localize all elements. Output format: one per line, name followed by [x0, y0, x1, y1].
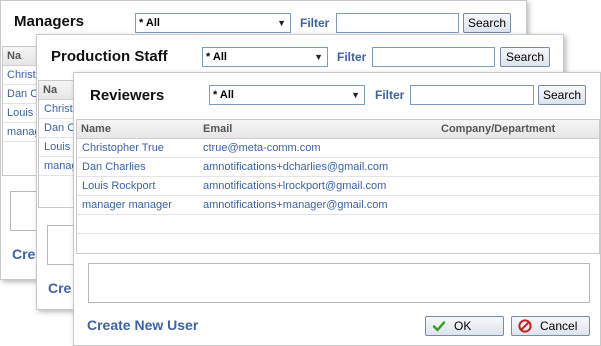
managers-title: Managers	[14, 13, 85, 30]
managers-filter-select-value: * All	[139, 17, 160, 29]
production-filter-select-value: * All	[206, 51, 227, 63]
chevron-down-icon: ▼	[351, 90, 360, 100]
ok-button-label: OK	[454, 319, 472, 333]
reviewers-notes-textarea[interactable]	[88, 263, 590, 303]
cancel-button[interactable]: Cancel	[511, 316, 590, 336]
table-row[interactable]: manag	[39, 157, 77, 176]
reviewers-panel: Reviewers * All ▼ Filter Search Name Ema…	[73, 72, 601, 346]
ok-button[interactable]: OK	[425, 316, 504, 336]
table-row[interactable]: Christo	[39, 100, 77, 119]
reviewers-col-name[interactable]: Name	[81, 123, 111, 135]
reviewers-filter-select[interactable]: * All ▼	[209, 85, 365, 105]
production-grid-header: Na	[39, 81, 77, 100]
table-row[interactable]: Louis Rockport amnotifications+lrockport…	[77, 177, 599, 196]
chevron-down-icon: ▼	[277, 18, 286, 28]
production-filter-input[interactable]	[372, 47, 495, 67]
production-title: Production Staff	[51, 48, 168, 65]
table-row-empty	[77, 215, 599, 234]
production-col-name: Na	[43, 84, 58, 96]
reviewers-title: Reviewers	[90, 87, 165, 104]
reviewer-name: Christopher True	[82, 142, 164, 154]
production-filter-label: Filter	[337, 50, 367, 64]
table-row[interactable]: Louis R	[39, 138, 77, 157]
reviewer-email: amnotifications+lrockport@gmail.com	[203, 180, 387, 192]
cancel-button-label: Cancel	[540, 319, 578, 333]
reviewers-filter-label: Filter	[375, 88, 405, 102]
table-row[interactable]: Christopher True ctrue@meta-comm.com	[77, 139, 599, 158]
reviewers-grid-header: Name Email Company/Department	[77, 120, 599, 139]
production-user-grid: Na Christo Dan Ch Louis R manag	[38, 80, 78, 208]
reviewers-create-user-link[interactable]: Create New User	[87, 317, 198, 333]
table-row[interactable]: Dan Ch	[39, 119, 77, 138]
reviewer-email: amnotifications+dcharlies@gmail.com	[203, 161, 389, 173]
production-create-user-link[interactable]: Cre	[48, 280, 71, 296]
reviewers-user-grid: Name Email Company/Department Christophe…	[76, 119, 600, 254]
chevron-down-icon: ▼	[314, 52, 323, 62]
reviewers-filter-select-value: * All	[213, 89, 234, 101]
checkmark-icon	[432, 321, 446, 332]
managers-filter-label: Filter	[300, 16, 330, 30]
managers-filter-select[interactable]: * All ▼	[135, 13, 291, 33]
reviewer-name: Dan Charlies	[82, 161, 146, 173]
reviewer-email: ctrue@meta-comm.com	[203, 142, 321, 154]
reviewers-col-email[interactable]: Email	[203, 123, 232, 135]
no-entry-icon	[518, 319, 532, 333]
reviewer-name: manager manager	[82, 199, 172, 211]
reviewer-name: Louis Rockport	[82, 180, 156, 192]
reviewers-filter-input[interactable]	[410, 85, 534, 105]
production-filter-select[interactable]: * All ▼	[202, 47, 328, 67]
managers-filter-input[interactable]	[336, 13, 459, 33]
reviewers-search-button[interactable]: Search	[538, 85, 586, 105]
managers-search-button[interactable]: Search	[463, 13, 511, 33]
managers-col-name: Na	[7, 50, 22, 62]
production-search-button[interactable]: Search	[500, 47, 550, 67]
table-row[interactable]: manager manager amnotifications+manager@…	[77, 196, 599, 215]
reviewers-col-company[interactable]: Company/Department	[441, 123, 555, 135]
reviewer-email: amnotifications+manager@gmail.com	[203, 199, 388, 211]
table-row[interactable]: Dan Charlies amnotifications+dcharlies@g…	[77, 158, 599, 177]
